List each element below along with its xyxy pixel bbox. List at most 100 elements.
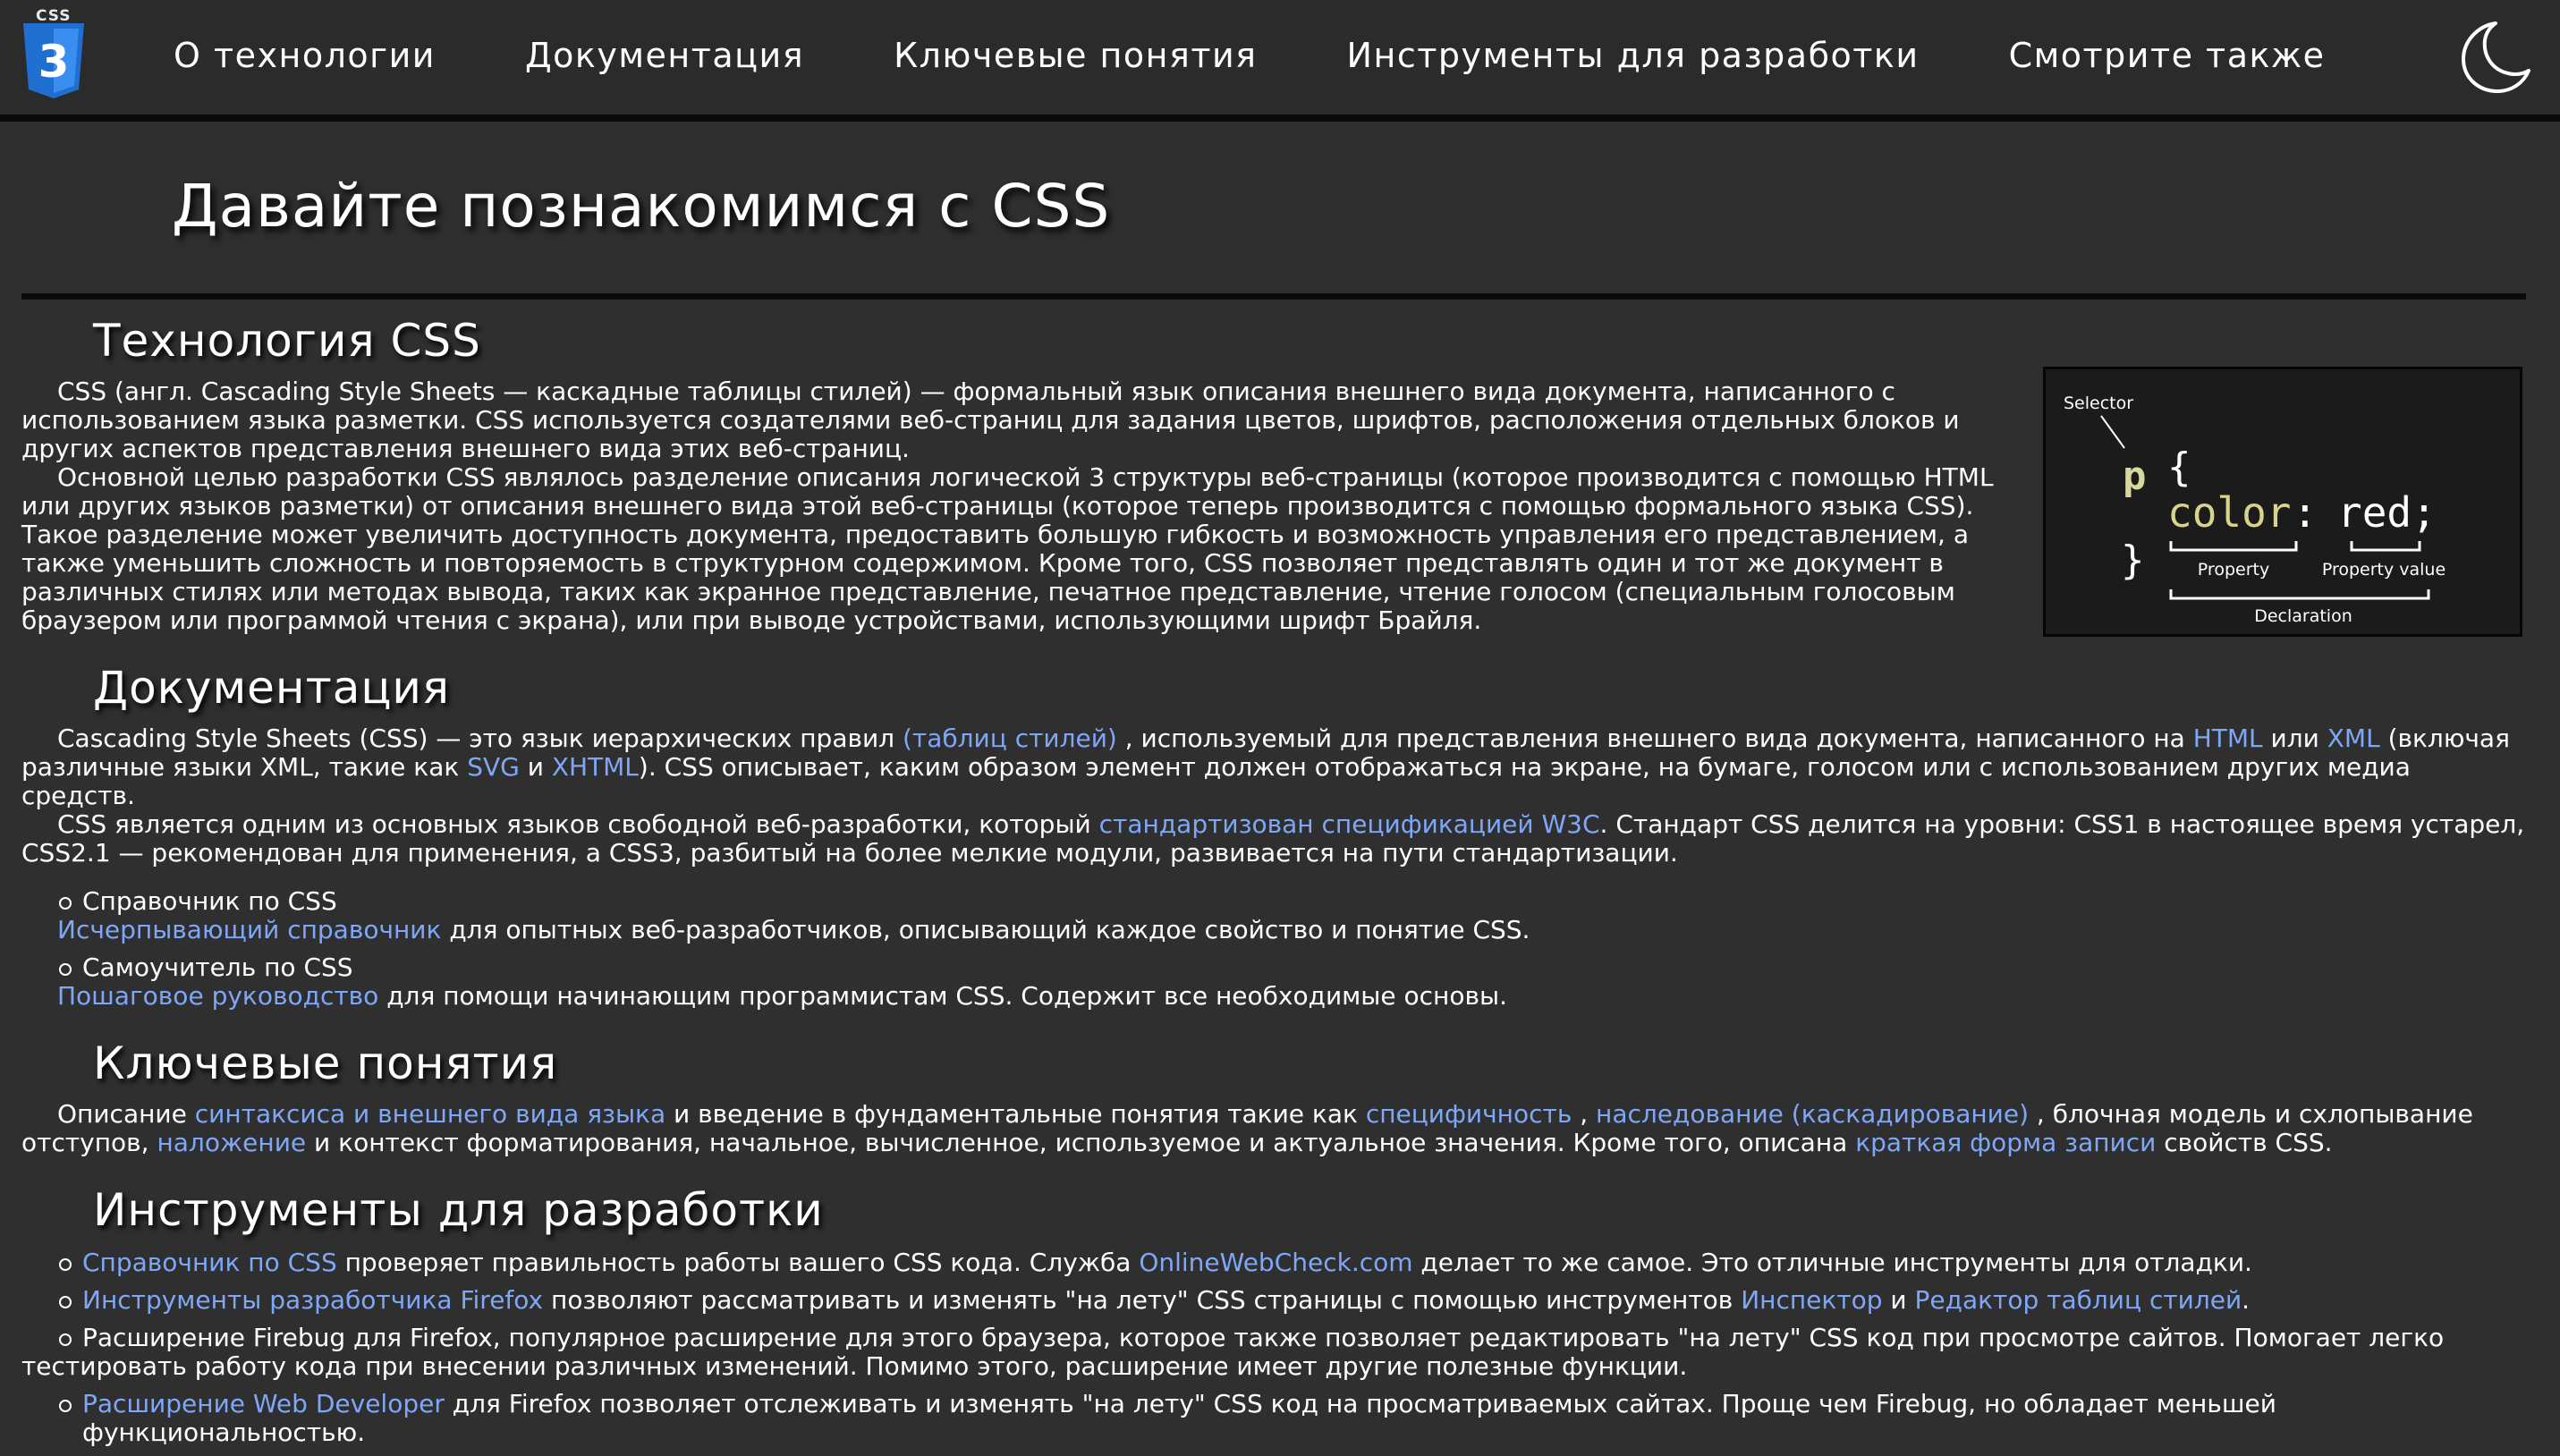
text: Cascading Style Sheets (CSS) — это язык …: [57, 724, 903, 753]
diagram-selector: p: [2123, 453, 2147, 499]
link-xml[interactable]: XML: [2327, 724, 2380, 753]
diagram-property-bracket: [2169, 541, 2298, 552]
link-onlinewebcheck[interactable]: OnlineWebCheck.com: [1139, 1248, 1412, 1277]
text: и: [1882, 1285, 1915, 1315]
technology-body: CSS (англ. Cascading Style Sheets — каск…: [21, 367, 2526, 637]
section-dev-tools: Инструменты для разработки Справочник по…: [21, 1184, 2526, 1447]
diagram-declaration-bracket: [2169, 589, 2430, 600]
text: позволяют рассматривать и изменять "на л…: [543, 1285, 1742, 1315]
link-svg[interactable]: SVG: [467, 752, 520, 782]
diagram-colon: :: [2293, 488, 2318, 537]
text: Описание: [57, 1099, 195, 1129]
link-style-editor[interactable]: Редактор таблиц стилей: [1915, 1285, 2242, 1315]
documentation-paragraph-2: CSS является одним из основных языков св…: [21, 810, 2526, 868]
diagram-value-label: Property value: [2322, 560, 2446, 580]
diagram-property-label: Property: [2198, 560, 2269, 580]
hero-divider: [21, 293, 2526, 300]
link-web-developer[interactable]: Расширение Web Developer: [82, 1389, 445, 1418]
link-shorthand[interactable]: краткая форма записи: [1855, 1128, 2156, 1157]
documentation-paragraph-1: Cascading Style Sheets (CSS) — это язык …: [21, 724, 2526, 810]
technology-text: CSS (англ. Cascading Style Sheets — каск…: [21, 377, 2027, 635]
diagram-selector-pointer: [2100, 415, 2125, 449]
documentation-list: Справочник по CSS Исчерпывающий справочн…: [21, 887, 2526, 1011]
text: для помощи начинающим программистам CSS.…: [378, 981, 1507, 1011]
list-item: Самоучитель по CSS Пошаговое руководство…: [21, 953, 2526, 1011]
css3-shield-icon: 3: [23, 23, 84, 98]
diagram-value-bracket: [2350, 541, 2421, 552]
section-heading-dev-tools: Инструменты для разработки: [93, 1184, 824, 1236]
text: и введение в фундаментальные понятия так…: [665, 1099, 1366, 1129]
diagram-declaration-label: Declaration: [2254, 606, 2352, 626]
link-inheritance[interactable]: наследование (каскадирование): [1596, 1099, 2029, 1129]
section-heading-documentation: Документация: [93, 662, 450, 714]
logo-word: CSS: [36, 7, 72, 25]
link-w3c-spec[interactable]: стандартизован спецификацией W3C: [1099, 809, 1600, 839]
text: свойств CSS.: [2156, 1128, 2333, 1157]
link-specificity[interactable]: специфичность: [1366, 1099, 1572, 1129]
text: и: [519, 752, 552, 782]
moon-icon: [2462, 21, 2530, 93]
list-item: Инструменты разработчика Firefox позволя…: [21, 1286, 2526, 1315]
section-heading-key-concepts: Ключевые понятия: [93, 1037, 558, 1089]
nav-item-see-also[interactable]: Смотрите также: [2009, 36, 2326, 75]
section-key-concepts: Ключевые понятия Описание синтаксиса и в…: [21, 1037, 2526, 1157]
link-style-sheets[interactable]: (таблиц стилей): [903, 724, 1117, 753]
text: или: [2262, 724, 2327, 753]
list-item-title: Справочник по CSS: [82, 886, 337, 916]
nav-item-about[interactable]: О технологии: [174, 36, 436, 75]
link-syntax[interactable]: синтаксиса и внешнего вида языка: [195, 1099, 665, 1129]
diagram-property: color: [2167, 488, 2291, 537]
diagram-selector-label: Selector: [2064, 394, 2133, 413]
list-item-desc: Пошаговое руководство для помощи начинаю…: [57, 982, 2526, 1011]
key-concepts-paragraph: Описание синтаксиса и внешнего вида язык…: [21, 1100, 2526, 1157]
link-stacking[interactable]: наложение: [157, 1128, 306, 1157]
theme-toggle-button[interactable]: [2456, 18, 2533, 95]
section-heading-technology: Технология CSS: [93, 315, 481, 367]
link-xhtml[interactable]: XHTML: [552, 752, 639, 782]
bullet-icon: [59, 1333, 72, 1346]
text: ,: [1572, 1099, 1597, 1129]
section-documentation: Документация Cascading Style Sheets (CSS…: [21, 662, 2526, 1011]
bullet-icon: [59, 1400, 72, 1412]
list-item: Справочник по CSS проверяет правильность…: [21, 1249, 2526, 1277]
nav-item-docs[interactable]: Документация: [525, 36, 804, 75]
list-item: Расширение Firebug для Firefox, популярн…: [21, 1324, 2526, 1381]
bullet-icon: [59, 897, 72, 910]
text: и контекст форматирования, начальное, вы…: [306, 1128, 1856, 1157]
link-inspector[interactable]: Инспектор: [1741, 1285, 1882, 1315]
text: .: [2242, 1285, 2251, 1315]
list-item: Расширение Web Developer для Firefox поз…: [21, 1390, 2526, 1447]
top-nav-bar: CSS 3 О технологии Документация Ключевые…: [0, 0, 2560, 122]
text: CSS является одним из основных языков св…: [57, 809, 1099, 839]
link-html[interactable]: HTML: [2193, 724, 2263, 753]
logo-digit: 3: [38, 36, 70, 88]
css3-logo[interactable]: CSS 3: [20, 7, 88, 100]
list-item-title: Самоучитель по CSS: [82, 952, 353, 982]
bullet-icon: [59, 1258, 72, 1271]
diagram-close-brace: }: [2121, 538, 2145, 583]
bullet-icon: [59, 963, 72, 976]
list-item: Справочник по CSS Исчерпывающий справочн…: [21, 887, 2526, 944]
diagram-value: red;: [2337, 488, 2437, 537]
text: , используемый для представления внешнег…: [1116, 724, 2193, 753]
nav-item-dev-tools[interactable]: Инструменты для разработки: [1347, 36, 1920, 75]
link-css-reference[interactable]: Справочник по CSS: [82, 1248, 337, 1277]
tools-list: Справочник по CSS проверяет правильность…: [21, 1249, 2526, 1447]
main-nav: О технологии Документация Ключевые понят…: [174, 0, 2415, 111]
technology-paragraph-2: Основной целью разработки CSS являлось р…: [21, 462, 1994, 635]
text: Расширение Firebug для Firefox, популярн…: [21, 1323, 2445, 1381]
nav-item-key-concepts[interactable]: Ключевые понятия: [894, 36, 1257, 75]
list-item-desc: Исчерпывающий справочник для опытных веб…: [57, 916, 2526, 944]
css-syntax-diagram: Selector p { color : red; } Property Pro…: [2043, 367, 2522, 637]
link-firefox-devtools[interactable]: Инструменты разработчика Firefox: [82, 1285, 543, 1315]
text: делает то же самое. Это отличные инструм…: [1412, 1248, 2252, 1277]
diagram-open-brace: {: [2167, 444, 2191, 490]
css-syntax-diagram-svg: Selector p { color : red; } Property Pro…: [2064, 394, 2446, 626]
link-tutorial[interactable]: Пошаговое руководство: [57, 981, 378, 1011]
section-technology: Технология CSS CSS (англ. Cascading Styl…: [21, 315, 2526, 637]
technology-paragraph-1: CSS (англ. Cascading Style Sheets — каск…: [21, 377, 1960, 463]
bullet-icon: [59, 1296, 72, 1308]
text: для опытных веб-разработчиков, описывающ…: [441, 915, 1530, 944]
page-title: Давайте познакомимся с CSS: [172, 172, 1111, 241]
link-reference[interactable]: Исчерпывающий справочник: [57, 915, 441, 944]
